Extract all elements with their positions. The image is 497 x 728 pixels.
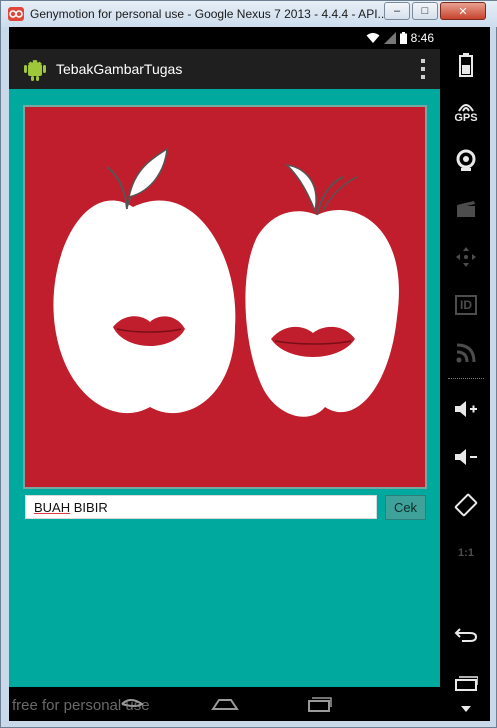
pixel-perfect-icon[interactable]: 1:1 <box>450 537 482 569</box>
recent-widget-icon[interactable] <box>450 667 482 699</box>
volume-down-icon[interactable] <box>450 441 482 473</box>
window-title: Genymotion for personal use - Google Nex… <box>30 7 388 21</box>
sidebar-divider <box>448 378 484 379</box>
genymotion-logo-icon <box>8 7 24 21</box>
quiz-content: BUAH BIBIR Cek <box>9 89 440 687</box>
quiz-image <box>23 105 427 489</box>
status-bar: 8:46 <box>9 27 440 49</box>
action-bar: TebakGambarTugas <box>9 49 440 89</box>
pixel-ratio-label: 1:1 <box>458 547 474 559</box>
emulator-window: Genymotion for personal use - Google Nex… <box>0 0 497 728</box>
cast-widget-icon[interactable] <box>450 337 482 369</box>
answer-word-2: BIBIR <box>73 500 108 515</box>
volume-up-icon[interactable] <box>450 393 482 425</box>
status-time: 8:46 <box>410 31 434 45</box>
scroll-down-icon[interactable] <box>450 701 482 717</box>
android-screen: 8:46 TebakGambarTugas BUAH BIBIR Cek fre… <box>9 27 440 721</box>
capture-widget-icon[interactable] <box>450 193 482 225</box>
answer-word-1: BUAH <box>34 500 71 515</box>
check-answer-button[interactable]: Cek <box>385 495 426 520</box>
maximize-button[interactable]: □ <box>412 2 438 20</box>
back-widget-icon[interactable] <box>450 619 482 651</box>
app-title: TebakGambarTugas <box>56 61 183 77</box>
apple-lips-illustration <box>53 147 399 417</box>
gps-label: GPS <box>454 112 478 124</box>
recent-apps-icon[interactable] <box>304 693 334 715</box>
move-widget-icon[interactable] <box>450 241 482 273</box>
minimize-button[interactable]: – <box>384 2 410 20</box>
webcam-widget-icon[interactable] <box>450 145 482 177</box>
close-button[interactable]: ✕ <box>440 2 486 20</box>
battery-widget-icon[interactable] <box>450 49 482 81</box>
signal-icon <box>383 32 396 44</box>
gps-widget-icon[interactable]: GPS <box>450 97 482 129</box>
home-icon[interactable] <box>210 693 240 715</box>
window-titlebar[interactable]: Genymotion for personal use - Google Nex… <box>1 1 497 27</box>
android-app-icon <box>24 60 46 81</box>
battery-icon <box>399 32 407 44</box>
wifi-icon <box>366 33 380 43</box>
rotate-screen-icon[interactable] <box>450 489 482 521</box>
device-id-label: ID <box>455 295 477 315</box>
device-id-widget-icon[interactable]: ID <box>450 289 482 321</box>
emulator-device: 8:46 TebakGambarTugas BUAH BIBIR Cek fre… <box>9 27 490 721</box>
personal-use-watermark: free for personal use <box>12 697 150 714</box>
overflow-menu-icon[interactable] <box>420 59 426 79</box>
answer-input[interactable]: BUAH BIBIR <box>25 495 377 519</box>
genymotion-sidebar: GPS ID 1:1 <box>442 27 490 721</box>
